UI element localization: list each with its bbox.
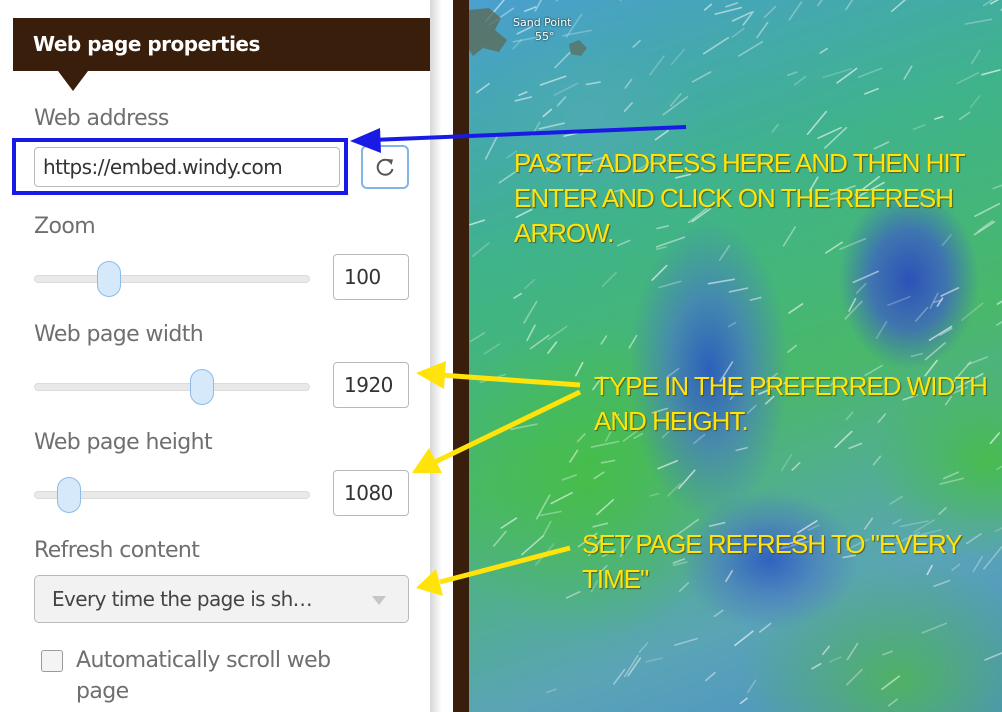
annotation-arrows [350,125,687,596]
blue-arrow [350,125,687,153]
yellow-arrows [412,361,582,596]
